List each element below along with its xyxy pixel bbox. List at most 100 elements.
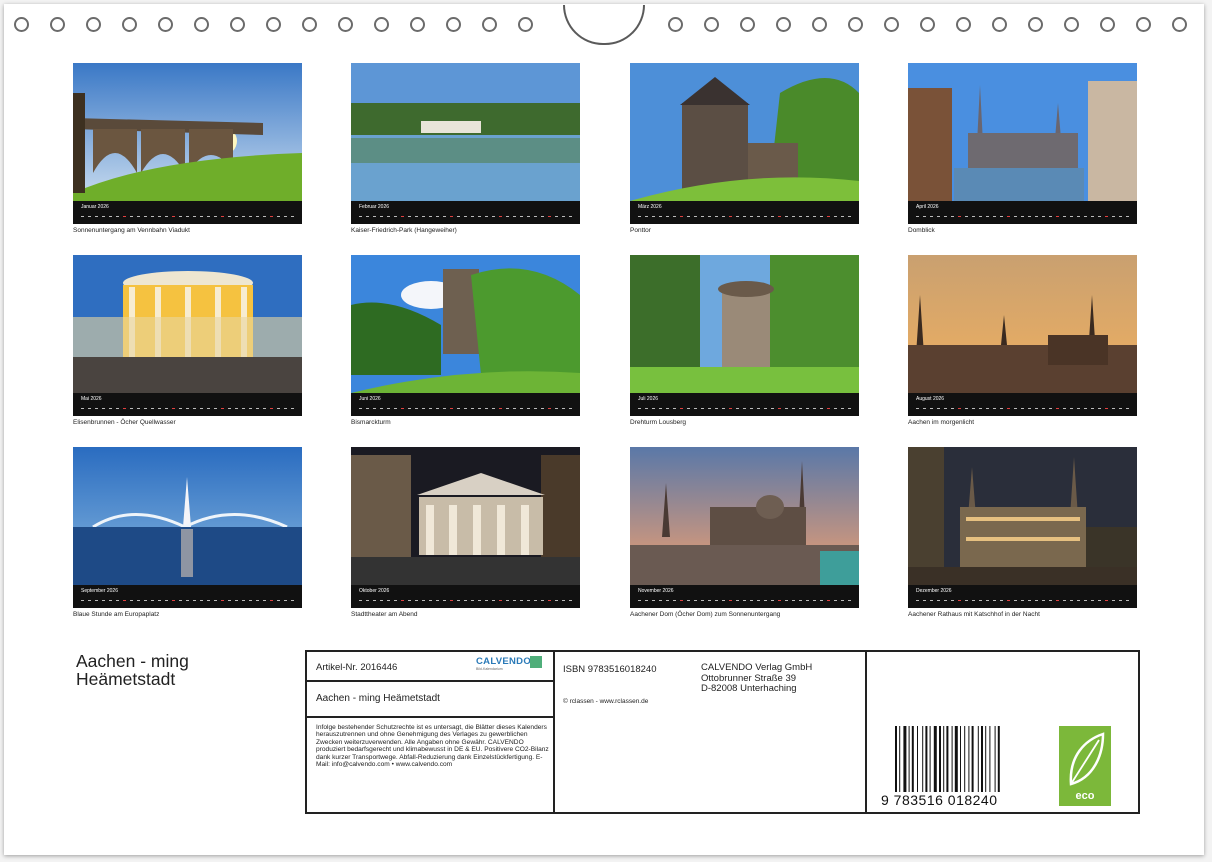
month-caption: Ponttor (630, 227, 651, 234)
binding-ring (776, 17, 791, 32)
article-number: Artikel-Nr. 2016446 (316, 662, 398, 673)
publisher-city: D-82008 Unterhaching (701, 683, 797, 694)
binding-ring (1028, 17, 1043, 32)
month-caption: Aachen im morgenlicht (908, 419, 975, 426)
month-caption: Aachener Dom (Öcher Dom) zum Sonnenunter… (630, 611, 781, 618)
binding-ring (50, 17, 65, 32)
binding-ring (482, 17, 497, 32)
month-calendar-strip: September 2026 (73, 585, 302, 608)
month-tile: Oktober 2026 Stadttheater am Abend (351, 447, 580, 618)
binding-ring (668, 17, 683, 32)
day-ticks (638, 213, 851, 221)
binding-ring (374, 17, 389, 32)
month-tile: September 2026 Blaue Stunde am Europaplat… (73, 447, 302, 618)
binding-ring (812, 17, 827, 32)
month-calendar-strip: Juli 2026 (630, 393, 859, 416)
month-photo (73, 447, 302, 585)
month-photo (351, 255, 580, 393)
barcode-number: 9 783516 018240 (881, 792, 998, 808)
binding-ring (122, 17, 137, 32)
subtitle-row: Aachen - ming Heämetstadt (307, 682, 553, 718)
month-name: März 2026 (638, 204, 662, 210)
binding-ring (848, 17, 863, 32)
month-name: Februar 2026 (359, 204, 390, 210)
month-caption: Kaiser-Friedrich-Park (Hangeweiher) (351, 227, 457, 234)
calvendo-mark-icon (530, 656, 542, 668)
month-tile: Februar 2026 Kaiser-Friedrich-Park (Hange… (351, 63, 580, 234)
month-tile: März 2026 Ponttor (630, 63, 859, 234)
month-photo (73, 63, 302, 201)
binding-ring (266, 17, 281, 32)
binding-ring (518, 17, 533, 32)
binding-ring (1064, 17, 1079, 32)
binding-ring (920, 17, 935, 32)
month-name: Oktober 2026 (359, 588, 390, 594)
info-column-barcode: 9 783516 018240 eco (865, 652, 1140, 812)
month-caption: Stadttheater am Abend (351, 611, 418, 618)
eco-text: eco (1075, 790, 1095, 802)
month-calendar-strip: März 2026 (630, 201, 859, 224)
month-name: November 2026 (638, 588, 674, 594)
month-calendar-strip: April 2026 (908, 201, 1137, 224)
info-column-publisher: ISBN 9783516018240 CALVENDO Verlag GmbH … (555, 652, 867, 812)
month-tile: Dezember 2026 Aachener Rathaus mit Katsch… (908, 447, 1137, 618)
binding-ring (704, 17, 719, 32)
binding-ring (740, 17, 755, 32)
month-calendar-strip: Mai 2026 (73, 393, 302, 416)
publisher-address: CALVENDO Verlag GmbH Ottobrunner Straße … (701, 662, 813, 695)
binding-ring (956, 17, 971, 32)
month-caption: Bismarckturm (351, 419, 391, 426)
month-tile: November 2026 Aachener Dom (Öcher Dom) zu… (630, 447, 859, 618)
binding-ring (1100, 17, 1115, 32)
binding-ring (86, 17, 101, 32)
binding-ring (230, 17, 245, 32)
binding-ring (446, 17, 461, 32)
month-calendar-strip: November 2026 (630, 585, 859, 608)
month-caption: Elisenbrunnen - Öcher Quellwasser (73, 419, 176, 426)
day-ticks (81, 405, 294, 413)
month-photo (908, 255, 1137, 393)
month-name: April 2026 (916, 204, 939, 210)
isbn: ISBN 9783516018240 (563, 664, 657, 675)
binding-ring (992, 17, 1007, 32)
day-ticks (638, 597, 851, 605)
month-tile: Januar 2026 Sonnenuntergang am Vennbahn V… (73, 63, 302, 234)
month-name: Januar 2026 (81, 204, 109, 210)
month-name: Juni 2026 (359, 396, 381, 402)
month-tile: April 2026 Domblick (908, 63, 1137, 234)
day-ticks (916, 213, 1129, 221)
day-ticks (359, 213, 572, 221)
month-calendar-strip: Februar 2026 (351, 201, 580, 224)
calendar-subtitle: Aachen - ming Heämetstadt (316, 693, 440, 704)
month-tile: Mai 2026 Elisenbrunnen - Öcher Quellwasse… (73, 255, 302, 426)
month-name: Mai 2026 (81, 396, 102, 402)
binding-ring (1172, 17, 1187, 32)
month-caption: Blaue Stunde am Europaplatz (73, 611, 160, 618)
month-name: August 2026 (916, 396, 945, 402)
day-ticks (638, 405, 851, 413)
day-ticks (916, 405, 1129, 413)
calendar-title-line2: Heämetstadt (76, 669, 176, 689)
binding-ring (302, 17, 317, 32)
calendar-title: Aachen - ming Heämetstadt (76, 652, 189, 688)
info-column-article: Artikel-Nr. 2016446 CALVENDO Bild-Kalend… (307, 652, 555, 812)
photographer-credit: © rclassen - www.rclassen.de (563, 698, 649, 705)
barcode-icon (895, 726, 1000, 792)
binding-ring (1136, 17, 1151, 32)
month-tile: Juni 2026 Bismarckturm (351, 255, 580, 426)
month-photo (630, 255, 859, 393)
month-tile: Juli 2026 Drehturm Lousberg (630, 255, 859, 426)
month-calendar-strip: Dezember 2026 (908, 585, 1137, 608)
month-caption: Drehturm Lousberg (630, 419, 686, 426)
month-caption: Domblick (908, 227, 935, 234)
info-box: Artikel-Nr. 2016446 CALVENDO Bild-Kalend… (305, 650, 1140, 814)
month-photo (908, 447, 1137, 585)
month-photo (630, 447, 859, 585)
month-photo (630, 63, 859, 201)
day-ticks (359, 405, 572, 413)
month-caption: Aachener Rathaus mit Katschhof in der Na… (908, 611, 1040, 618)
month-calendar-strip: August 2026 (908, 393, 1137, 416)
publisher-name: CALVENDO Verlag GmbH (701, 662, 813, 673)
day-ticks (916, 597, 1129, 605)
month-caption: Sonnenuntergang am Vennbahn Viadukt (73, 227, 190, 234)
